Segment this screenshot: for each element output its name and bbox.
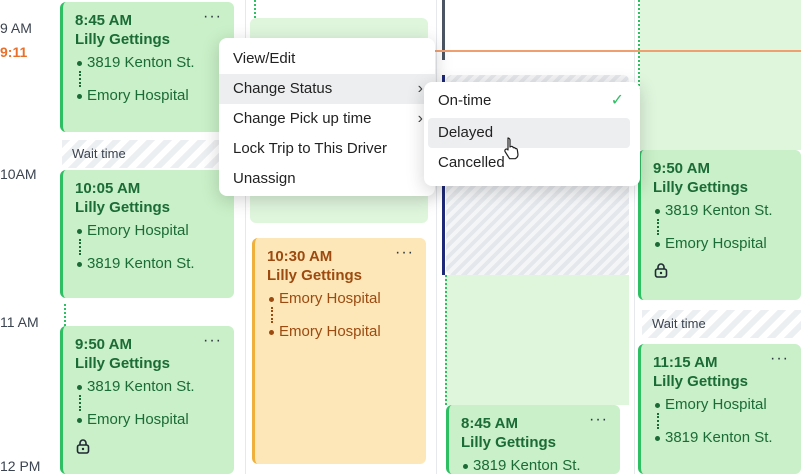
passenger-name: Lilly Gettings bbox=[75, 199, 171, 216]
menu-item-label: Change Pick up time bbox=[233, 110, 372, 127]
status-option-on-time[interactable]: On-time ✓ bbox=[424, 86, 640, 116]
menu-item-change-pickup-time[interactable]: Change Pick up time › bbox=[219, 104, 435, 134]
dropoff-address: Emory Hospital bbox=[75, 411, 222, 428]
status-option-cancelled[interactable]: Cancelled bbox=[424, 148, 640, 178]
more-options-icon[interactable]: ··· bbox=[395, 244, 414, 262]
passenger-name: Lilly Gettings bbox=[653, 373, 749, 390]
passenger-name: Lilly Gettings bbox=[653, 179, 749, 196]
passenger-name: Lilly Gettings bbox=[267, 267, 363, 284]
more-options-icon[interactable]: ··· bbox=[203, 332, 222, 350]
dropoff-address: Emory Hospital bbox=[653, 235, 789, 252]
menu-item-label: On-time bbox=[438, 92, 492, 109]
dropoff-address: 3819 Kenton St. bbox=[75, 255, 222, 272]
trip-card[interactable]: 9:50 AM Lilly Gettings 3819 Kenton St. E… bbox=[638, 150, 801, 300]
trip-time: 11:15 AM bbox=[653, 354, 718, 371]
trip-connector bbox=[254, 0, 256, 18]
lock-icon bbox=[654, 263, 668, 278]
pickup-address: 3819 Kenton St. bbox=[75, 378, 222, 395]
chevron-right-icon: › bbox=[417, 80, 423, 97]
wait-time-block: Wait time bbox=[62, 140, 234, 168]
trip-card[interactable]: 8:45 AM Lilly Gettings ··· 3819 Kenton S… bbox=[60, 2, 234, 132]
pickup-address: Emory Hospital bbox=[653, 396, 789, 413]
time-label-9am: 9 AM bbox=[0, 20, 32, 36]
trip-time: 9:50 AM bbox=[653, 160, 710, 177]
trip-connector bbox=[445, 275, 447, 405]
passenger-name: Lilly Gettings bbox=[461, 434, 557, 451]
menu-item-lock-trip[interactable]: Lock Trip to This Driver bbox=[219, 134, 435, 164]
trip-block[interactable] bbox=[640, 0, 801, 150]
trip-card-delayed[interactable]: 10:30 AM Lilly Gettings ··· Emory Hospit… bbox=[252, 238, 426, 464]
dropoff-address: Emory Hospital bbox=[267, 323, 414, 340]
trip-time: 8:45 AM bbox=[75, 12, 132, 29]
pickup-address: Emory Hospital bbox=[75, 222, 222, 239]
trip-card[interactable]: 10:05 AM Lilly Gettings Emory Hospital 3… bbox=[60, 170, 234, 298]
trip-time: 10:05 AM bbox=[75, 180, 141, 197]
check-icon: ✓ bbox=[610, 92, 624, 109]
dropoff-address: 3819 Kenton St. bbox=[653, 429, 789, 446]
chevron-right-icon: › bbox=[417, 110, 423, 127]
menu-item-unassign[interactable]: Unassign bbox=[219, 164, 435, 194]
column-divider bbox=[436, 0, 437, 474]
time-label-11am: 11 AM bbox=[0, 314, 39, 330]
current-time-label: 9:11 bbox=[0, 44, 28, 60]
menu-item-view-edit[interactable]: View/Edit bbox=[219, 44, 435, 74]
trip-time: 8:45 AM bbox=[461, 415, 518, 432]
more-options-icon[interactable]: ··· bbox=[770, 350, 789, 368]
trip-time: 9:50 AM bbox=[75, 336, 132, 353]
wait-time-block: Wait time bbox=[642, 310, 801, 338]
trip-block[interactable] bbox=[445, 275, 629, 405]
menu-item-change-status[interactable]: Change Status › bbox=[219, 74, 435, 104]
status-option-delayed[interactable]: Delayed bbox=[428, 118, 630, 148]
menu-item-label: Change Status bbox=[233, 80, 333, 97]
passenger-name: Lilly Gettings bbox=[75, 31, 171, 48]
route-connector bbox=[79, 395, 81, 411]
lock-icon bbox=[76, 439, 90, 454]
route-connector bbox=[657, 219, 659, 235]
pickup-address: 3819 Kenton St. bbox=[461, 457, 608, 474]
route-connector bbox=[657, 413, 659, 429]
time-label-12pm: 12 PM bbox=[0, 458, 41, 474]
trip-card[interactable]: 8:45 AM Lilly Gettings ··· 3819 Kenton S… bbox=[446, 405, 620, 474]
pickup-address: 3819 Kenton St. bbox=[75, 54, 222, 71]
passenger-name: Lilly Gettings bbox=[75, 355, 171, 372]
time-label-10am: 10AM bbox=[0, 166, 37, 182]
more-options-icon[interactable]: ··· bbox=[203, 8, 222, 26]
column-divider bbox=[634, 0, 635, 474]
more-options-icon[interactable]: ··· bbox=[589, 411, 608, 429]
pickup-address: 3819 Kenton St. bbox=[653, 202, 789, 219]
route-connector bbox=[79, 71, 81, 87]
trip-time: 10:30 AM bbox=[267, 248, 333, 265]
trip-connector bbox=[64, 304, 66, 326]
trip-context-menu: View/Edit Change Status › Change Pick up… bbox=[219, 38, 435, 196]
pickup-address: Emory Hospital bbox=[267, 290, 414, 307]
status-submenu: On-time ✓ Delayed Cancelled bbox=[424, 82, 640, 186]
route-connector bbox=[271, 307, 273, 323]
trip-card[interactable]: 11:15 AM Lilly Gettings ··· Emory Hospit… bbox=[638, 344, 801, 474]
hand-pointer-icon bbox=[504, 137, 519, 160]
dropoff-address: Emory Hospital bbox=[75, 87, 222, 104]
trip-card[interactable]: 9:50 AM Lilly Gettings ··· 3819 Kenton S… bbox=[60, 326, 234, 474]
route-connector bbox=[79, 239, 81, 255]
